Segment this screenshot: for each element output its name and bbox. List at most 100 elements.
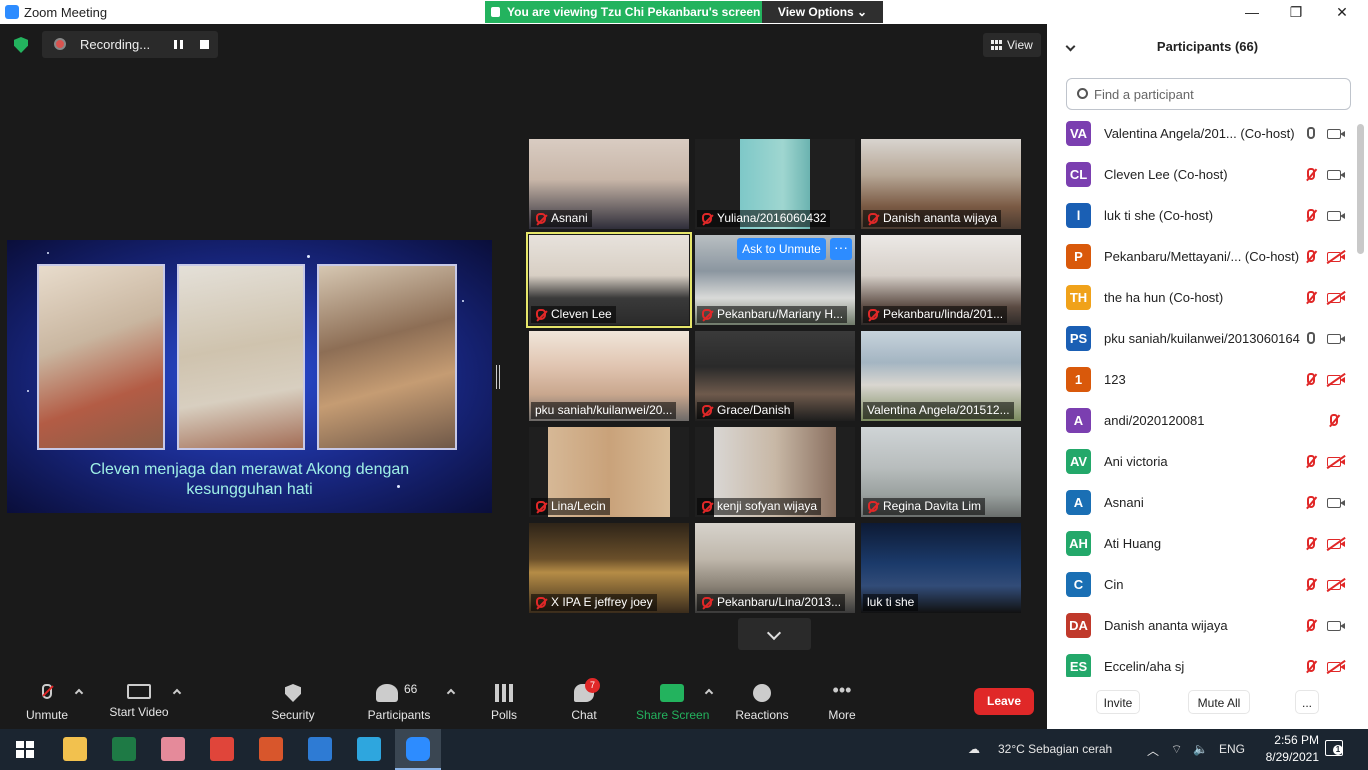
windows-start-icon[interactable] [16,741,34,758]
participant-row[interactable]: l luk ti she (Co-host) [1047,199,1353,240]
video-tile[interactable]: Grace/Danish [695,331,855,421]
minimize-button[interactable]: — [1229,2,1275,22]
mic-muted-icon[interactable] [1307,373,1315,385]
mic-muted-icon[interactable] [1307,660,1315,672]
video-off-icon[interactable] [1327,457,1345,467]
telegram-icon[interactable] [357,737,381,761]
participant-row[interactable]: AV Ani victoria [1047,445,1353,486]
network-icon[interactable]: ⌔ [1171,742,1182,757]
participant-search-input[interactable] [1094,85,1344,103]
participant-row[interactable]: C Cin [1047,568,1353,609]
participant-row[interactable]: P Pekanbaru/Mettayani/... (Co-host) [1047,240,1353,281]
video-tile[interactable]: X IPA E jeffrey joey [529,523,689,613]
video-on-icon[interactable] [1327,334,1345,344]
participant-row[interactable]: ES Eccelin/aha sj [1047,650,1353,677]
mic-muted-icon[interactable] [1307,250,1315,262]
view-button[interactable]: View [983,33,1041,57]
mic-muted-icon[interactable] [1307,291,1315,303]
video-tile[interactable]: pku saniah/kuilanwei/20... [529,331,689,421]
video-tile[interactable]: luk ti she [861,523,1021,613]
excel-icon[interactable] [112,737,136,761]
stop-recording-icon[interactable] [200,40,209,49]
restore-button[interactable]: ❐ [1273,2,1319,22]
participant-row[interactable]: TH the ha hun (Co-host) [1047,281,1353,322]
mic-muted-icon[interactable] [1307,619,1315,631]
video-on-icon[interactable] [1327,129,1345,139]
video-tile[interactable]: Lina/Lecin [529,427,689,517]
participants-chevron-icon[interactable] [446,688,456,698]
mic-muted-icon[interactable] [1307,455,1315,467]
gallery-next-page-button[interactable] [738,618,811,650]
participant-list-scrollbar[interactable] [1357,124,1364,254]
video-tile[interactable]: Asnani [529,139,689,229]
pause-recording-icon[interactable] [174,40,183,49]
video-on-icon[interactable] [1327,498,1345,508]
reactions-button[interactable]: Reactions [734,684,790,722]
participant-row[interactable]: PS pku saniah/kuilanwei/2013060164 [1047,322,1353,363]
system-clock[interactable]: 2:56 PM 8/29/2021 [1263,732,1319,766]
video-tile[interactable]: Yuliana/2016060432 [695,139,855,229]
mic-muted-icon[interactable] [1307,209,1315,221]
mic-muted-icon[interactable] [1307,496,1315,508]
video-on-icon[interactable] [1327,211,1345,221]
participant-row[interactable]: A Asnani [1047,486,1353,527]
security-button[interactable]: Security [270,684,316,722]
split-view-handle[interactable] [496,365,500,389]
shared-screen[interactable]: Cleven menjaga dan merawat Akong dengan … [7,240,492,513]
participants-button[interactable]: 66 Participants [366,682,432,722]
encryption-shield-icon[interactable] [14,37,28,53]
paint-icon[interactable] [161,737,185,761]
start-video-button[interactable]: Start Video [108,684,170,719]
video-off-icon[interactable] [1327,375,1345,385]
ask-to-unmute-button[interactable]: Ask to Unmute [737,238,826,260]
video-off-icon[interactable] [1327,662,1345,672]
participant-row[interactable]: 1 123 [1047,363,1353,404]
notifications-icon[interactable]: 1 [1325,740,1343,756]
video-off-icon[interactable] [1327,252,1345,262]
participant-row[interactable]: VA Valentina Angela/201... (Co-host) [1047,117,1353,158]
video-tile[interactable]: Regina Davita Lim [861,427,1021,517]
leave-button[interactable]: Leave [974,688,1034,715]
presentation-icon[interactable] [259,737,283,761]
video-tile[interactable]: Pekanbaru/linda/201... [861,235,1021,325]
unmute-button[interactable]: Unmute [22,684,72,722]
edge-icon[interactable] [308,737,332,761]
video-off-icon[interactable] [1327,580,1345,590]
video-tile[interactable]: Cleven Lee [526,232,692,328]
close-button[interactable]: ✕ [1319,2,1365,22]
volume-icon[interactable]: 🔈 [1193,742,1208,756]
mic-muted-icon[interactable] [1307,578,1315,590]
chrome-icon[interactable] [210,737,234,761]
tile-more-button[interactable]: ··· [830,238,852,260]
more-button[interactable]: ••• More [826,681,858,722]
mic-on-icon[interactable] [1307,127,1315,139]
polls-button[interactable]: Polls [488,684,520,722]
mic-muted-icon[interactable] [1307,168,1315,180]
file-explorer-icon[interactable] [63,737,87,761]
invite-button[interactable]: Invite [1096,690,1140,714]
video-on-icon[interactable] [1327,170,1345,180]
chat-button[interactable]: 7 Chat [568,678,600,722]
mic-muted-icon[interactable] [1330,414,1338,426]
share-screen-button[interactable]: Share Screen [636,684,709,722]
video-tile[interactable]: Danish ananta wijaya [861,139,1021,229]
video-tile[interactable]: kenji sofyan wijaya [695,427,855,517]
video-off-icon[interactable] [1327,293,1345,303]
weather-icon[interactable]: ☁ [968,742,980,756]
view-options-button[interactable]: View Options ⌄ [762,1,883,23]
audio-options-chevron-icon[interactable] [74,688,84,698]
video-tile[interactable]: Valentina Angela/201512... [861,331,1021,421]
participant-row[interactable]: CL Cleven Lee (Co-host) [1047,158,1353,199]
video-tile[interactable]: Pekanbaru/Lina/2013... [695,523,855,613]
video-off-icon[interactable] [1327,539,1345,549]
language-indicator[interactable]: ENG [1219,742,1245,756]
participant-row[interactable]: AH Ati Huang [1047,527,1353,568]
weather-text[interactable]: 32°C Sebagian cerah [998,742,1112,756]
mic-on-icon[interactable] [1307,332,1315,344]
mic-muted-icon[interactable] [1307,537,1315,549]
mute-all-button[interactable]: Mute All [1188,690,1250,714]
video-on-icon[interactable] [1327,621,1345,631]
participant-row[interactable]: DA Danish ananta wijaya [1047,609,1353,650]
zoom-taskbar-active-icon[interactable] [395,729,441,770]
panel-more-button[interactable]: ... [1295,690,1319,714]
